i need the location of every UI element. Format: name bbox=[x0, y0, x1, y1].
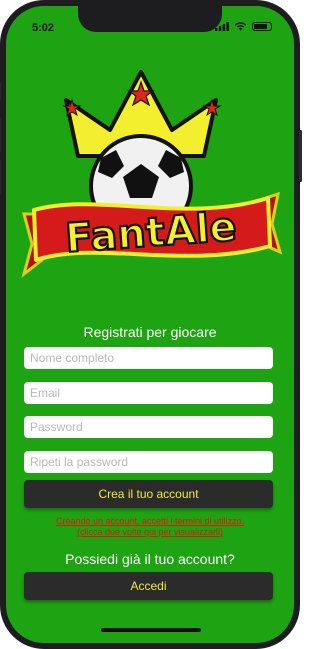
create-account-button[interactable]: Crea il tuo account bbox=[24, 480, 273, 508]
wifi-icon bbox=[234, 22, 247, 31]
terms-link[interactable]: Creando un account, accetti i termini di… bbox=[26, 516, 274, 538]
fantale-logo: FantAle bbox=[21, 70, 283, 278]
password-input[interactable] bbox=[24, 416, 273, 438]
full-name-input[interactable] bbox=[24, 347, 273, 369]
volume-up-button bbox=[0, 118, 1, 152]
power-button bbox=[299, 130, 302, 182]
volume-down-button bbox=[0, 160, 1, 194]
signal-icon bbox=[215, 22, 229, 31]
email-input[interactable] bbox=[24, 382, 273, 404]
terms-line-2: (clicca due volte qui per visualizzarli) bbox=[76, 527, 224, 537]
terms-line-1: Creando un account, accetti i termini di… bbox=[55, 516, 245, 526]
status-time: 5:02 bbox=[32, 22, 55, 34]
repeat-password-input[interactable] bbox=[24, 451, 273, 473]
login-prompt: Possiedi già il tuo account? bbox=[65, 551, 235, 567]
mute-switch bbox=[0, 82, 1, 100]
status-icons bbox=[215, 22, 272, 31]
phone-frame: 5:02 FantAle Registrati per giocare Nome… bbox=[0, 0, 302, 649]
register-title: Registrati per giocare bbox=[83, 324, 217, 340]
battery-icon bbox=[252, 22, 272, 31]
login-button[interactable]: Accedi bbox=[24, 572, 273, 600]
app-screen: 5:02 FantAle Registrati per giocare Nome… bbox=[6, 6, 294, 643]
home-indicator bbox=[101, 628, 201, 632]
notch bbox=[78, 6, 222, 32]
